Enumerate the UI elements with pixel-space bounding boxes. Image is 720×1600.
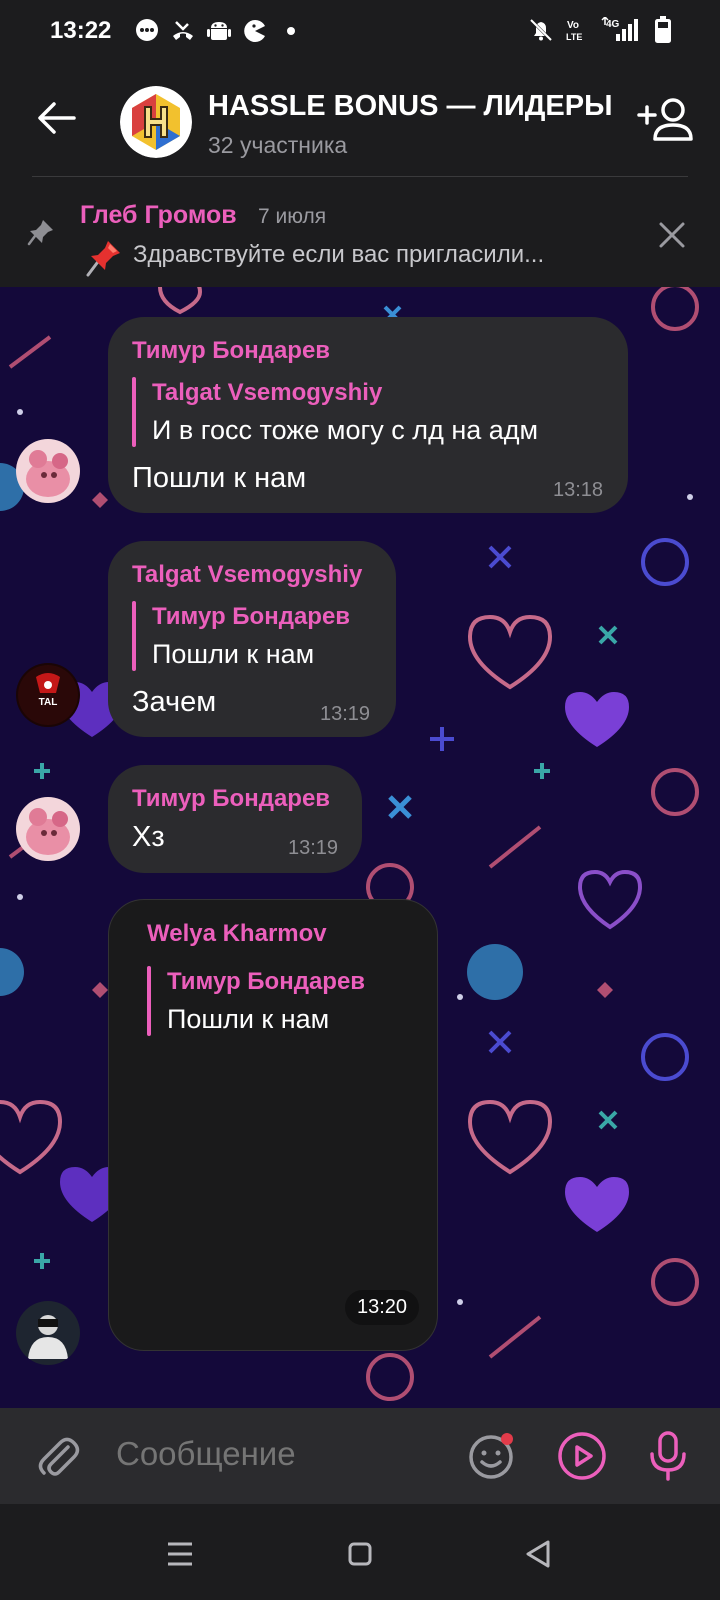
back-button[interactable] [30,92,82,144]
message-time: 13:18 [553,479,604,501]
message-text: Зачем [132,686,217,718]
chat-area[interactable]: Тимур Бондарев Talgat Vsemogyshiy И в го… [0,287,720,1408]
video-message-button[interactable] [554,1428,610,1484]
svg-text:LTE: LTE [566,32,582,42]
message-bubble[interactable]: Тимур Бондарев Хз 13:19 [108,765,362,873]
close-icon [659,222,685,248]
group-avatar[interactable] [120,86,192,158]
paperclip-icon [38,1437,80,1476]
message-time: 13:19 [288,837,339,859]
member-count: 32 участника [208,132,348,158]
notification-icons [134,18,304,44]
pinned-message[interactable]: Глеб Громов 7 июля Здравствуйте если вас… [0,177,720,287]
pinned-author: Глеб Громов [80,201,237,229]
svg-text:4G: 4G [606,19,620,30]
sender-avatar[interactable] [16,439,80,503]
reply-quote-bar [132,601,136,671]
message-composer [0,1408,720,1504]
reply-quote-text[interactable]: Пошли к нам [167,1004,329,1035]
svg-text:TAL: TAL [39,697,58,708]
close-pinned-button[interactable] [654,217,690,253]
reply-quote-author[interactable]: Тимур Бондарев [167,968,365,996]
home-square-icon [348,1542,372,1566]
emoji-button[interactable] [466,1430,518,1482]
sender-avatar[interactable]: TAL [16,663,80,727]
status-bar: 13:22 Vo LTE 4G [0,0,720,64]
message-sender[interactable]: Тимур Бондарев [132,785,330,813]
dot-icon [278,18,304,44]
message-text: Хз [132,821,165,853]
menu-lines-icon [168,1542,192,1566]
video-time: 13:20 [345,1290,420,1325]
group-title[interactable]: HASSLE BONUS — ЛИДЕРЫ [208,90,612,123]
android-icon [206,18,232,44]
volte-icon: Vo LTE [564,17,590,43]
reply-quote-bar [132,377,136,447]
missed-call-icon [170,18,196,44]
home-button[interactable] [336,1530,384,1578]
pushpin-icon [86,241,120,277]
pin-icon [27,220,53,246]
message-text: Пошли к нам [132,462,307,494]
reply-quote-author[interactable]: Talgat Vsemogyshiy [152,379,382,407]
reply-quote-author[interactable]: Тимур Бондарев [152,603,350,631]
arrow-left-icon [38,102,76,134]
battery-icon [650,16,676,43]
attach-button[interactable] [32,1430,84,1482]
back-nav-button[interactable] [514,1530,562,1578]
smiley-icon [469,1433,513,1479]
pinned-text: Здравствуйте если вас пригласили... [133,241,545,268]
reply-quote-bar [147,966,151,1036]
status-time: 13:22 [50,17,112,44]
message-sender[interactable]: Welya Kharmov [147,920,327,948]
triangle-back-icon [526,1540,550,1568]
system-icons: Vo LTE 4G [528,16,676,43]
pinned-date: 7 июля [258,205,327,228]
system-navigation-bar [0,1504,720,1600]
message-time: 13:19 [320,703,371,725]
add-member-button[interactable] [636,94,696,146]
reply-quote-text[interactable]: И в госс тоже могу с лд на адм [152,415,538,446]
chat-header: HASSLE BONUS — ЛИДЕРЫ 32 участника [0,64,720,176]
bell-mute-icon [528,17,554,43]
recents-button[interactable] [156,1530,204,1578]
message-sender[interactable]: Talgat Vsemogyshiy [132,561,362,589]
messages-icon [134,18,160,44]
message-sender[interactable]: Тимур Бондарев [132,337,330,365]
4g-signal-icon: 4G [600,17,640,43]
message-bubble[interactable]: Тимур Бондарев Talgat Vsemogyshiy И в го… [108,317,628,513]
media-message-bubble[interactable]: Welya Kharmov Тимур Бондарев Пошли к нам… [108,899,438,1351]
reply-quote-text[interactable]: Пошли к нам [152,639,314,670]
voice-message-button[interactable] [640,1428,696,1484]
add-user-icon [637,98,693,141]
svg-text:Vo: Vo [567,20,579,31]
message-bubble[interactable]: Talgat Vsemogyshiy Тимур Бондарев Пошли … [108,541,396,737]
sender-avatar[interactable] [16,1301,80,1365]
microphone-icon [650,1431,686,1481]
play-circle-icon [558,1432,606,1480]
pacman-icon [242,18,268,44]
message-input[interactable] [114,1434,438,1474]
sender-avatar[interactable] [16,797,80,861]
